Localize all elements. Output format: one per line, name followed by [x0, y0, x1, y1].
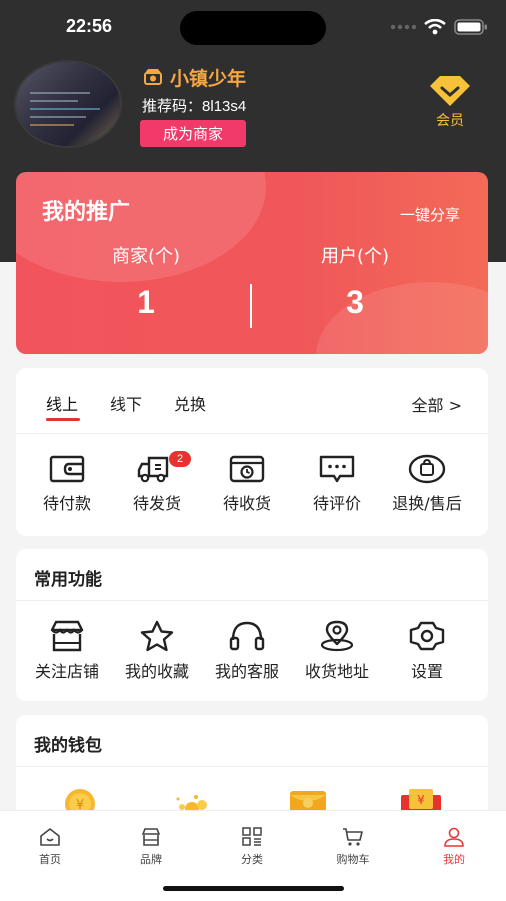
share-button[interactable]: 一键分享	[400, 204, 460, 225]
customer-service-button[interactable]: 我的客服	[202, 620, 292, 682]
cart-icon	[343, 828, 363, 846]
username: 小镇少年	[170, 68, 247, 90]
status-time: 22:56	[66, 16, 113, 36]
wifi-icon	[424, 19, 446, 35]
stat-divider	[250, 284, 252, 328]
avatar[interactable]	[16, 62, 120, 146]
promotion-title: 我的推广	[42, 200, 131, 225]
function-label: 设置	[410, 662, 443, 681]
referral-value: 8l13s4	[202, 98, 247, 115]
become-merchant-button[interactable]: 成为商家	[140, 120, 246, 147]
function-label: 我的客服	[214, 662, 279, 681]
battery-icon	[454, 19, 487, 35]
tab-label: 首页	[39, 853, 61, 866]
user-count[interactable]: 3	[265, 284, 445, 321]
my-favorites-button[interactable]: 我的收藏	[112, 620, 202, 682]
gear-icon	[409, 621, 445, 651]
tab-online[interactable]: 线上	[46, 391, 78, 415]
tab-label: 分类	[241, 853, 263, 866]
home-icon	[40, 828, 60, 846]
tab-cart[interactable]: 购物车	[313, 827, 393, 867]
shop-badge-icon	[144, 69, 162, 85]
order-label: 待评价	[312, 494, 361, 513]
merchant-count-label: 商家(个)	[111, 246, 181, 267]
comment-icon	[319, 455, 355, 483]
all-orders-link[interactable]: 全部 >	[412, 392, 463, 416]
shipping-address-button[interactable]: 收货地址	[292, 620, 382, 682]
box-icon	[229, 455, 265, 483]
brand-store-icon	[141, 828, 161, 846]
user-count-label: 用户(个)	[320, 246, 390, 267]
function-label: 我的收藏	[124, 662, 189, 681]
referral-code: 推荐码：8l13s4	[142, 95, 246, 116]
order-label: 退换/售后	[392, 494, 462, 513]
order-pending-review[interactable]: 待评价	[292, 454, 382, 514]
category-icon	[242, 827, 262, 846]
home-indicator	[163, 886, 344, 891]
return-bag-icon	[408, 454, 446, 484]
tab-exchange[interactable]: 兑换	[174, 391, 206, 415]
vip-button[interactable]: 会员	[424, 74, 476, 130]
function-label: 关注店铺	[34, 662, 99, 681]
divider	[16, 433, 488, 434]
svg-text:¥: ¥	[417, 793, 425, 807]
wallet-title: 我的钱包	[34, 736, 102, 756]
divider	[16, 766, 488, 767]
status-icons	[390, 19, 488, 35]
promotion-card: 我的推广 一键分享 商家(个) 1 用户(个) 3	[16, 172, 488, 354]
headset-icon	[229, 621, 265, 651]
tab-indicator	[46, 418, 80, 421]
tab-category[interactable]: 分类	[212, 827, 292, 867]
tab-mine[interactable]: 我的	[414, 827, 494, 867]
followed-stores-button[interactable]: 关注店铺	[22, 620, 112, 682]
shipment-count-badge: 2	[169, 451, 191, 467]
store-icon	[50, 620, 84, 652]
wallet-icon	[49, 455, 85, 483]
tab-brand[interactable]: 品牌	[111, 827, 191, 867]
common-functions-card: 常用功能 关注店铺 我的收藏 我的客服 收货地址 设置	[16, 549, 488, 701]
order-pending-payment[interactable]: 待付款	[22, 454, 112, 514]
tab-home[interactable]: 首页	[10, 827, 90, 867]
vip-label: 会员	[436, 113, 464, 129]
merchant-count[interactable]: 1	[56, 284, 236, 321]
referral-label: 推荐码：	[142, 97, 203, 115]
diamond-icon	[430, 76, 470, 106]
tab-label: 品牌	[140, 853, 162, 866]
tab-label: 购物车	[336, 853, 370, 866]
order-pending-receipt[interactable]: 待收货	[202, 454, 292, 514]
star-icon	[140, 620, 174, 652]
order-label: 待发货	[132, 494, 181, 513]
signal-icon	[390, 24, 416, 30]
order-label: 待付款	[42, 494, 91, 513]
dynamic-island	[180, 11, 326, 45]
settings-button[interactable]: 设置	[382, 620, 472, 682]
orders-card: 线上 线下 兑换 全部 > 待付款 待发货 2 待收货 待评价 退换/售后	[16, 368, 488, 536]
tab-label: 我的	[443, 853, 465, 866]
tab-offline[interactable]: 线下	[110, 391, 142, 415]
divider	[16, 600, 488, 601]
location-icon	[320, 620, 354, 652]
order-after-sales[interactable]: 退换/售后	[382, 454, 472, 514]
order-label: 待收货	[222, 494, 271, 513]
user-icon	[444, 827, 464, 847]
common-functions-title: 常用功能	[34, 570, 102, 590]
function-label: 收货地址	[304, 662, 369, 681]
